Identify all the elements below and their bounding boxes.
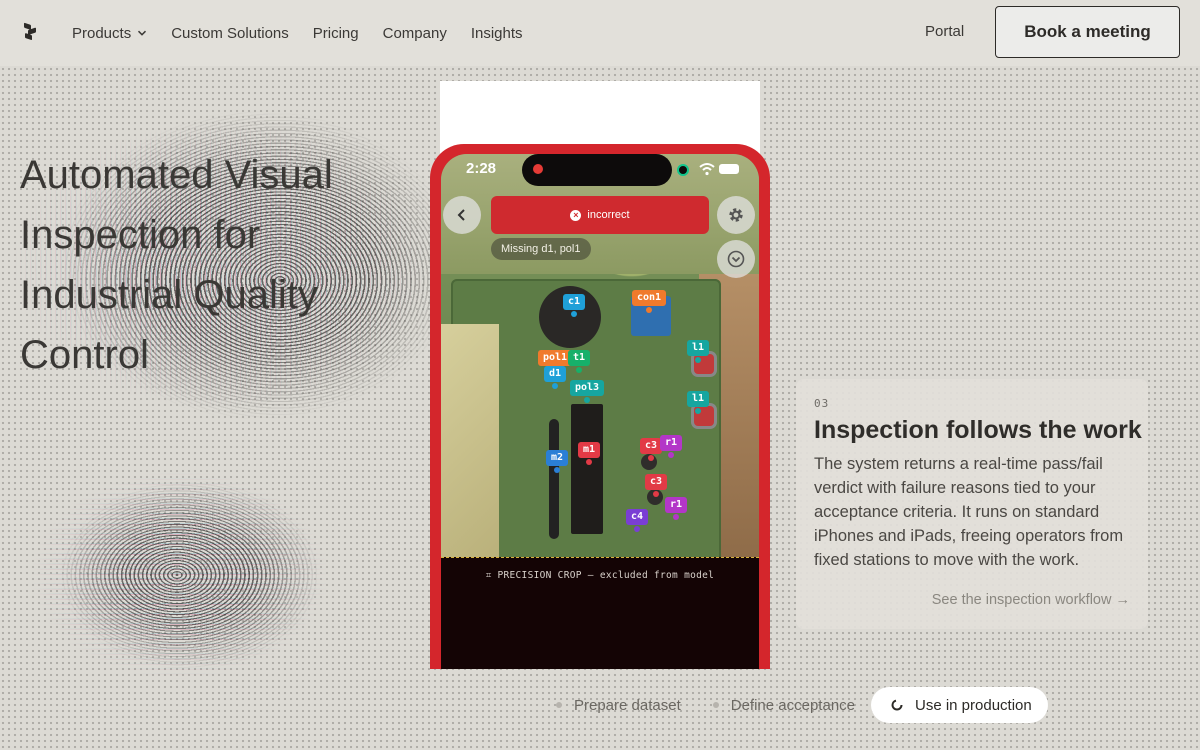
verdict-label: incorrect	[587, 209, 630, 221]
settings-button[interactable]	[717, 196, 755, 234]
detection-tag: c3	[640, 438, 663, 461]
crop-label: ⌗ PRECISION CROP — excluded from model	[441, 570, 759, 581]
recording-indicator-icon	[533, 164, 543, 174]
battery-icon	[719, 164, 739, 174]
workflow-steps: Prepare dataset Define acceptance Use in…	[540, 687, 1048, 723]
logo-icon[interactable]	[22, 21, 40, 43]
nav-item-insights[interactable]: Insights	[471, 25, 523, 42]
step-define-acceptance[interactable]: Define acceptance	[697, 687, 871, 723]
detection-tag: pol3	[570, 380, 605, 403]
precision-crop-zone: ⌗ PRECISION CROP — excluded from model	[441, 557, 759, 669]
nav-item-label: Company	[382, 24, 447, 42]
step-label: Prepare dataset	[574, 696, 681, 714]
nav-item-custom-solutions[interactable]: Custom Solutions	[171, 25, 289, 42]
book-meeting-button[interactable]: Book a meeting	[995, 6, 1180, 58]
detection-tag: c3	[645, 474, 668, 497]
gear-icon	[729, 208, 743, 222]
feature-title: Inspection follows the work	[814, 416, 1142, 444]
step-dot	[712, 702, 719, 708]
step-dot	[556, 702, 562, 708]
phone-mockup: 2:28 × incorrect Missing d1, pol1 c1 con…	[430, 144, 770, 669]
detection-tag: con1	[632, 290, 667, 313]
crop-icon: ⌗	[485, 570, 498, 581]
detection-tag: l1	[687, 340, 710, 363]
close-circle-icon: ×	[570, 209, 582, 221]
moire-artwork	[30, 470, 330, 680]
nav-item-label: Insights	[470, 24, 523, 42]
chevron-down-circle-icon	[727, 250, 745, 268]
detection-tag: l1	[687, 391, 710, 414]
step-label: Define acceptance	[730, 696, 855, 714]
detection-tag: m2	[546, 450, 569, 473]
status-time: 2:28	[466, 160, 497, 177]
nav-links: Products Custom Solutions Pricing Compan…	[72, 0, 523, 66]
hero-title: Automated Visual Inspection for Industri…	[20, 153, 333, 377]
nav-item-products[interactable]: Products	[72, 25, 147, 42]
portal-link[interactable]: Portal	[925, 23, 964, 40]
verdict-banner: × incorrect	[491, 196, 709, 234]
feature-number: 03	[814, 397, 830, 410]
step-prepare-dataset[interactable]: Prepare dataset	[540, 687, 697, 723]
nav-item-label: Pricing	[312, 24, 359, 42]
nav-item-pricing[interactable]: Pricing	[313, 25, 359, 42]
detection-tag: r1	[660, 435, 683, 458]
crop-label-text: PRECISION CROP — excluded from model	[497, 570, 715, 581]
inspection-camera-view: 2:28 × incorrect Missing d1, pol1 c1 con…	[441, 154, 759, 669]
nav-item-company[interactable]: Company	[383, 25, 447, 42]
feature-card: 03 Inspection follows the work The syste…	[796, 379, 1148, 629]
nav-item-label: Custom Solutions	[171, 24, 289, 42]
step-label: Use in production	[915, 696, 1032, 714]
detection-tag: r1	[665, 497, 688, 520]
back-button[interactable]	[443, 196, 481, 234]
chevron-left-icon	[457, 209, 465, 221]
top-nav: Products Custom Solutions Pricing Compan…	[0, 0, 1200, 66]
inspection-workflow-link[interactable]: See the inspection workflow →	[932, 592, 1130, 608]
detection-tag: c1	[563, 294, 586, 317]
missing-parts-chip: Missing d1, pol1	[491, 238, 591, 260]
foam-block	[441, 324, 499, 564]
wifi-icon	[699, 163, 715, 176]
dynamic-island	[522, 154, 672, 186]
expand-button[interactable]	[717, 240, 755, 278]
detection-tag: pol1	[538, 350, 573, 373]
ic-chip-component	[571, 404, 603, 534]
nav-item-label: Products	[72, 24, 132, 42]
chevron-down-icon	[138, 30, 147, 36]
feature-description: The system returns a real-time pass/fail…	[814, 455, 1124, 569]
detection-tag: c4	[626, 509, 649, 532]
progress-ring-icon	[891, 699, 903, 711]
step-use-in-production[interactable]: Use in production	[871, 687, 1048, 723]
detection-tag: d1	[544, 366, 567, 389]
moire-artwork	[60, 480, 320, 670]
detection-tag: m1	[578, 442, 601, 465]
slot-component	[549, 419, 559, 539]
camera-indicator-icon	[677, 164, 689, 176]
detection-tag: t1	[568, 350, 591, 373]
